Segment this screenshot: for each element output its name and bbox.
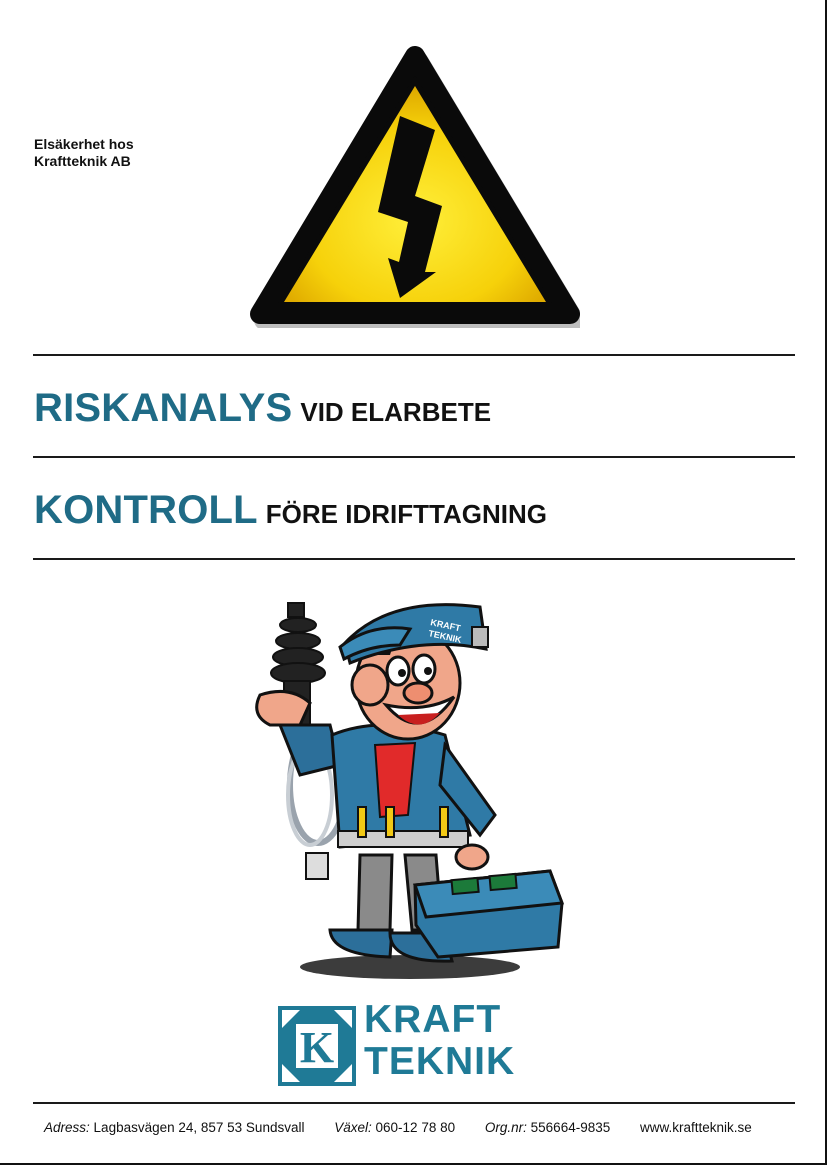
footer-org: Org.nr: 556664-9835 (485, 1120, 610, 1135)
kraftteknik-logo: K KRAFT TEKNIK (278, 1000, 550, 1088)
logo-line-1: KRAFT (364, 998, 502, 1041)
footer-address: Adress: Lagbasvägen 24, 857 53 Sundsvall (44, 1120, 304, 1135)
electrician-mascot-illustration: KRAFT TEKNIK (255, 602, 565, 979)
intro-line-2: Kraftteknik AB (34, 153, 131, 169)
title-kontroll-main: KONTROLL (34, 488, 258, 532)
document-page: Elsäkerhet hos Kraftteknik AB RISKANALYS… (0, 0, 827, 1165)
title-riskanalys-main: RISKANALYS (34, 386, 293, 430)
divider-footer (33, 1102, 795, 1104)
footer-phone-value: 060-12 78 80 (375, 1120, 456, 1135)
divider-top (33, 354, 795, 356)
logo-line-2: TEKNIK (364, 1040, 516, 1083)
svg-text:K: K (300, 1023, 334, 1072)
intro-line-1: Elsäkerhet hos (34, 136, 134, 152)
title-kontroll: KONTROLL FÖRE IDRIFTTAGNING (34, 488, 547, 533)
title-riskanalys: RISKANALYS VID ELARBETE (34, 386, 491, 431)
divider-lower (33, 558, 795, 560)
footer-phone-label: Växel: (334, 1120, 372, 1135)
divider-middle (33, 456, 795, 458)
title-kontroll-sub: FÖRE IDRIFTTAGNING (265, 499, 547, 529)
intro-text: Elsäkerhet hos Kraftteknik AB (34, 136, 134, 170)
footer-website-link[interactable]: www.kraftteknik.se (640, 1120, 752, 1135)
footer-org-label: Org.nr: (484, 1120, 527, 1135)
footer-org-value: 556664-9835 (530, 1120, 611, 1135)
footer-phone: Växel: 060-12 78 80 (334, 1120, 455, 1135)
footer-address-value: Lagbasvägen 24, 857 53 Sundsvall (93, 1120, 305, 1135)
footer-address-label: Adress: (44, 1120, 90, 1135)
footer-contact: Adress: Lagbasvägen 24, 857 53 Sundsvall… (44, 1120, 794, 1135)
high-voltage-warning-icon (250, 46, 580, 328)
title-riskanalys-sub: VID ELARBETE (300, 397, 492, 427)
